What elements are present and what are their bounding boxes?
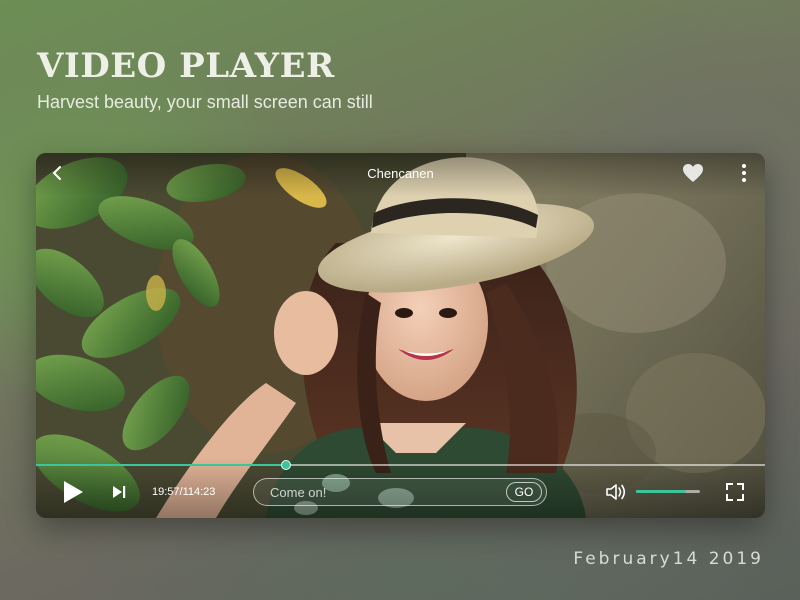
next-button[interactable] xyxy=(110,483,128,501)
time-display: 19:57/114:23 xyxy=(152,486,216,498)
progress-bar[interactable] xyxy=(36,460,765,470)
fullscreen-icon xyxy=(726,483,744,501)
fullscreen-button[interactable] xyxy=(724,481,746,503)
heart-icon xyxy=(683,164,703,182)
progress-fill xyxy=(36,464,286,466)
more-options-button[interactable] xyxy=(739,162,749,184)
video-player[interactable]: Chencanen 19:57/114:23 GO xyxy=(36,153,765,518)
volume-slider[interactable] xyxy=(636,490,700,493)
play-icon xyxy=(64,481,83,503)
page-subheading: Harvest beauty, your small screen can st… xyxy=(37,92,373,112)
volume-fill xyxy=(636,490,686,493)
go-button[interactable]: GO xyxy=(506,482,542,502)
volume-icon xyxy=(606,484,626,500)
page-heading: VIDEO PLAYER xyxy=(37,46,335,86)
more-vertical-icon xyxy=(742,164,746,182)
date-label: February14 2019 xyxy=(573,549,764,569)
video-title: Chencanen xyxy=(367,166,434,181)
skip-next-icon xyxy=(113,486,126,498)
favorite-button[interactable] xyxy=(681,162,705,184)
play-button[interactable] xyxy=(60,479,86,505)
comment-box[interactable]: GO xyxy=(253,478,547,506)
volume-button[interactable] xyxy=(604,481,628,503)
comment-input[interactable] xyxy=(270,483,470,501)
